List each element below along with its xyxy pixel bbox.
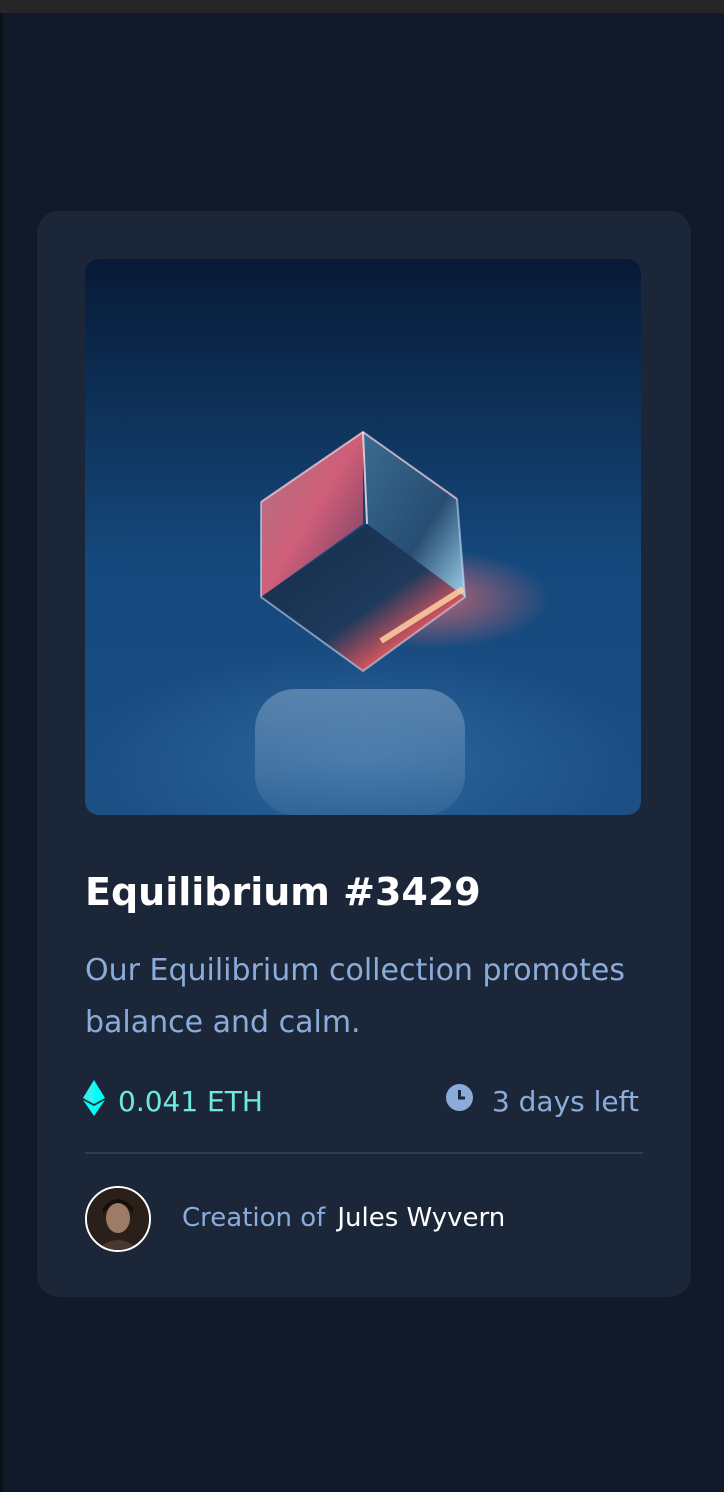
nft-title[interactable]: Equilibrium #3429 <box>85 866 481 918</box>
ethereum-icon <box>83 1079 105 1123</box>
window-top-bar <box>0 0 724 13</box>
nft-description: Our Equilibrium collection promotes bala… <box>85 953 625 1040</box>
window-left-edge <box>0 13 3 1492</box>
creator-name-link[interactable]: Jules Wyvern <box>337 1203 505 1233</box>
nft-preview-card: Equilibrium #3429 Our Equilibrium collec… <box>37 211 691 1297</box>
time-left-text: 3 days left <box>491 1084 639 1118</box>
price-info: 0.041 ETH <box>83 1079 263 1123</box>
time-remaining: 3 days left <box>445 1079 639 1123</box>
card-divider <box>85 1152 643 1154</box>
crystal-cube-illustration <box>85 259 641 815</box>
creator-info: Creation of Jules Wyvern <box>182 1196 505 1240</box>
price-value: 0.041 ETH <box>118 1084 263 1118</box>
clock-icon <box>445 1084 473 1118</box>
creator-prefix: Creation of <box>182 1203 326 1233</box>
creator-avatar <box>85 1186 151 1252</box>
nft-image[interactable] <box>85 259 641 815</box>
